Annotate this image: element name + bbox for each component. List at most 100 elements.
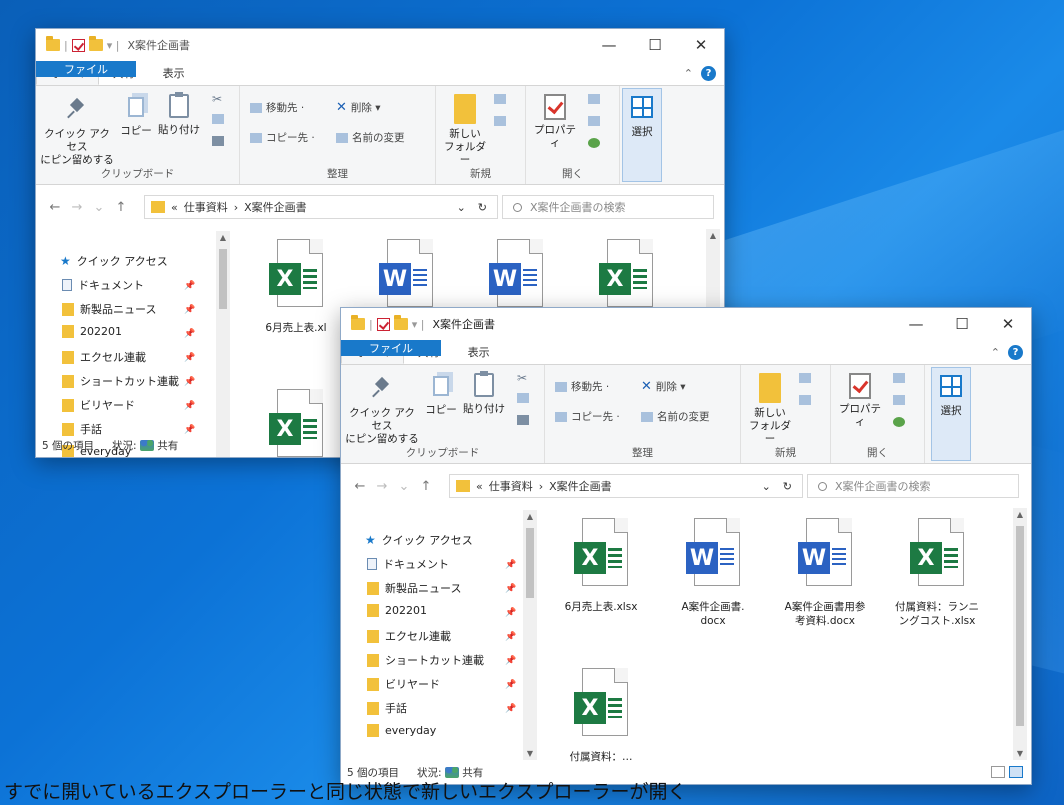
file-item[interactable]: W A案件企画書. docx (663, 518, 763, 628)
delete-button[interactable]: ✕ 削除 ▾ (641, 379, 686, 394)
up-arrow-icon[interactable]: ↑ (415, 479, 437, 494)
nav-item-folder[interactable]: 新製品ニュース (62, 301, 156, 317)
new-folder-button[interactable]: 新しい フォルダー (442, 92, 488, 167)
details-view-icon[interactable] (991, 766, 1005, 778)
breadcrumb-item[interactable]: 仕事資料 (184, 199, 228, 215)
breadcrumb-item[interactable]: 仕事資料 (489, 478, 533, 494)
close-button[interactable]: ✕ (985, 308, 1031, 340)
search-box[interactable]: X案件企画書の検索 (502, 195, 714, 219)
new-folder-button[interactable]: 新しい フォルダー (747, 371, 793, 446)
help-icon[interactable]: ? (701, 65, 716, 81)
collapse-ribbon-chevron-icon[interactable]: ⌃ (684, 67, 693, 80)
paste-shortcut-button[interactable] (212, 136, 224, 146)
file-item[interactable]: X 6月売上表.xl (246, 239, 346, 335)
easy-access-button[interactable] (494, 116, 506, 126)
copy-button[interactable]: コピー (423, 371, 459, 417)
cut-button[interactable]: ✂ (212, 92, 222, 106)
tab-view[interactable]: 表示 (454, 340, 504, 364)
file-item[interactable]: W (356, 239, 456, 311)
nav-quick-access[interactable]: ★ クイック アクセス (60, 253, 168, 269)
title-bar[interactable]: | ▾ | X案件企画書 — ☐ ✕ (36, 29, 724, 61)
file-item[interactable]: X 付属資料：… (551, 668, 651, 764)
address-bar[interactable]: « 仕事資料 › X案件企画書 ⌄ ↻ (144, 195, 498, 219)
nav-item-folder[interactable]: everyday (367, 724, 436, 737)
breadcrumb-overflow[interactable]: « (171, 201, 178, 214)
nav-quick-access[interactable]: ★ クイック アクセス (365, 532, 473, 548)
nav-item-folder[interactable]: 手話 (367, 700, 407, 716)
scroll-thumb[interactable] (219, 249, 227, 309)
copy-to-button[interactable]: コピー先 · (250, 130, 315, 145)
nav-item-folder[interactable]: 202201 (367, 604, 427, 617)
new-folder-icon[interactable] (393, 315, 408, 330)
paste-shortcut-button[interactable] (517, 415, 529, 425)
open-button[interactable] (588, 94, 600, 104)
breadcrumb-item[interactable]: X案件企画書 (244, 199, 307, 215)
scroll-up-arrow-icon[interactable]: ▲ (706, 231, 720, 240)
nav-item-documents[interactable]: ドキュメント (62, 277, 144, 293)
file-item[interactable]: X (576, 239, 676, 311)
scroll-up-arrow-icon[interactable]: ▲ (1013, 510, 1027, 519)
paste-button[interactable]: 貼り付け (461, 371, 507, 416)
nav-item-documents[interactable]: ドキュメント (367, 556, 449, 572)
recent-locations-chevron-icon[interactable]: ⌄ (88, 200, 110, 215)
nav-item-folder[interactable]: エクセル連載 (62, 349, 146, 365)
move-to-button[interactable]: 移動先 · (250, 100, 304, 115)
up-arrow-icon[interactable]: ↑ (110, 200, 132, 215)
pin-quick-access-button[interactable]: クイック アクセス にピン留めする (345, 371, 419, 446)
minimize-button[interactable]: — (586, 29, 632, 61)
history-button[interactable] (588, 138, 600, 148)
rename-button[interactable]: 名前の変更 (336, 130, 405, 145)
forward-arrow-icon[interactable]: → (66, 200, 88, 215)
scroll-down-arrow-icon[interactable]: ▼ (523, 749, 537, 758)
scroll-up-arrow-icon[interactable]: ▲ (216, 233, 230, 242)
rename-button[interactable]: 名前の変更 (641, 409, 710, 424)
file-item[interactable]: X 6月売上表.xlsx (551, 518, 651, 614)
scroll-thumb[interactable] (526, 528, 534, 598)
tab-file[interactable]: ファイル (341, 340, 441, 356)
nav-item-folder[interactable]: ショートカット連載 (62, 373, 179, 389)
title-bar[interactable]: | ▾ | X案件企画書 — ☐ ✕ (341, 308, 1031, 340)
maximize-button[interactable]: ☐ (939, 308, 985, 340)
history-button[interactable] (893, 417, 905, 427)
breadcrumb-item[interactable]: X案件企画書 (549, 478, 612, 494)
scroll-down-arrow-icon[interactable]: ▼ (1013, 749, 1027, 758)
collapse-ribbon-chevron-icon[interactable]: ⌃ (991, 346, 1000, 359)
new-folder-icon[interactable] (88, 36, 103, 51)
address-dropdown-icon[interactable]: ⌄ (762, 480, 777, 493)
copy-path-button[interactable] (212, 114, 224, 124)
properties-check-icon[interactable] (376, 317, 390, 331)
address-dropdown-icon[interactable]: ⌄ (457, 201, 472, 214)
pin-quick-access-button[interactable]: クイック アクセス にピン留めする (40, 92, 114, 167)
explorer-window-front[interactable]: | ▾ | X案件企画書 — ☐ ✕ ファイル ホーム 共有 表示 ⌃? クイッ… (340, 307, 1032, 785)
minimize-button[interactable]: — (893, 308, 939, 340)
select-button[interactable]: 選択 (931, 371, 971, 418)
properties-check-icon[interactable] (71, 38, 85, 52)
edit-button[interactable] (588, 116, 600, 126)
forward-arrow-icon[interactable]: → (371, 479, 393, 494)
breadcrumb-separator[interactable]: › (234, 201, 238, 214)
large-icons-view-icon[interactable] (1009, 766, 1023, 778)
cut-button[interactable]: ✂ (517, 371, 527, 385)
folder-icon[interactable] (46, 36, 60, 51)
copy-path-button[interactable] (517, 393, 529, 403)
folder-icon[interactable] (351, 315, 365, 330)
file-item[interactable]: X 付属資料：ランニ ングコスト.xlsx (887, 518, 987, 628)
tab-view[interactable]: 表示 (149, 61, 199, 85)
customize-toolbar-dropdown[interactable]: ▾ | (412, 318, 425, 331)
nav-item-folder[interactable]: ビリヤード (367, 676, 440, 692)
nav-item-folder[interactable]: ビリヤード (62, 397, 135, 413)
scroll-up-arrow-icon[interactable]: ▲ (523, 512, 537, 521)
edit-button[interactable] (893, 395, 905, 405)
easy-access-button[interactable] (799, 395, 811, 405)
properties-button[interactable]: プロパティ (837, 371, 883, 429)
nav-item-folder[interactable]: 新製品ニュース (367, 580, 461, 596)
nav-item-folder[interactable]: ショートカット連載 (367, 652, 484, 668)
breadcrumb-separator[interactable]: › (539, 480, 543, 493)
new-item-button[interactable] (799, 373, 811, 383)
file-item[interactable]: W (466, 239, 566, 311)
maximize-button[interactable]: ☐ (632, 29, 678, 61)
file-item[interactable]: W A案件企画書用参 考資料.docx (775, 518, 875, 628)
close-button[interactable]: ✕ (678, 29, 724, 61)
nav-item-folder[interactable]: 202201 (62, 325, 122, 338)
delete-button[interactable]: ✕ 削除 ▾ (336, 100, 381, 115)
